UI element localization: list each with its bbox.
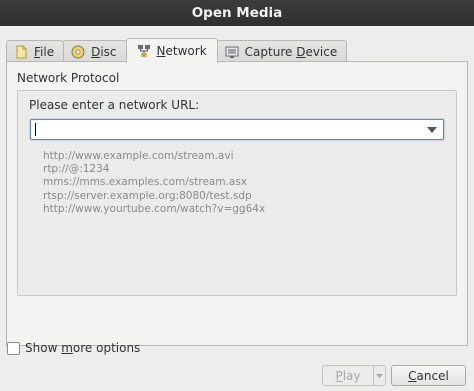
tab-file[interactable]: File bbox=[6, 40, 65, 62]
url-example: http://www.example.com/stream.avi bbox=[43, 150, 234, 162]
tab-bar: File Disc Network Capture Device bbox=[6, 38, 348, 63]
network-protocol-title: Network Protocol bbox=[17, 71, 120, 85]
tab-capture-device[interactable]: Capture Device bbox=[216, 40, 348, 62]
url-example: mms://mms.examples.com/stream.asx bbox=[43, 176, 248, 189]
network-url-label: Please enter a network URL: bbox=[29, 98, 200, 112]
network-url-combobox[interactable] bbox=[30, 119, 444, 140]
tab-network[interactable]: Network bbox=[125, 38, 218, 63]
tab-disc[interactable]: Disc bbox=[63, 40, 127, 62]
chevron-down-icon[interactable] bbox=[421, 120, 443, 139]
tab-capture-device-label: Capture Device bbox=[244, 44, 338, 59]
chevron-down-icon bbox=[376, 373, 383, 378]
network-url-input[interactable] bbox=[34, 121, 419, 138]
cancel-button[interactable]: Cancel bbox=[391, 365, 466, 386]
play-menu-arrow-button[interactable] bbox=[373, 365, 386, 386]
open-media-dialog: File Disc Network Capture Device Network… bbox=[0, 26, 474, 391]
play-button[interactable]: Play bbox=[322, 365, 374, 386]
network-protocol-group: Please enter a network URL: http://www.e… bbox=[17, 90, 457, 296]
network-icon bbox=[137, 44, 151, 58]
show-more-options-row[interactable]: Show more options bbox=[7, 341, 140, 355]
show-more-options-label: Show more options bbox=[25, 341, 141, 355]
window-title: Open Media bbox=[191, 5, 283, 21]
capture-device-icon bbox=[225, 45, 239, 59]
show-more-options-checkbox[interactable] bbox=[7, 341, 20, 355]
url-examples: http://www.example.com/stream.avi rtp://… bbox=[43, 150, 265, 216]
network-tab-panel: Network Protocol Please enter a network … bbox=[6, 61, 468, 346]
window-titlebar: Open Media bbox=[0, 0, 474, 26]
tab-disc-label: Disc bbox=[91, 44, 117, 59]
file-icon bbox=[14, 45, 28, 59]
url-example: rtsp://server.example.org:8080/test.sdp bbox=[43, 189, 252, 202]
url-example: rtp://@:1234 bbox=[43, 163, 110, 176]
tab-file-label: File bbox=[34, 44, 55, 59]
tab-network-label: Network bbox=[156, 44, 207, 58]
disc-icon bbox=[71, 45, 85, 59]
url-example: http://www.yourtube.com/watch?v=gg64x bbox=[43, 202, 266, 215]
